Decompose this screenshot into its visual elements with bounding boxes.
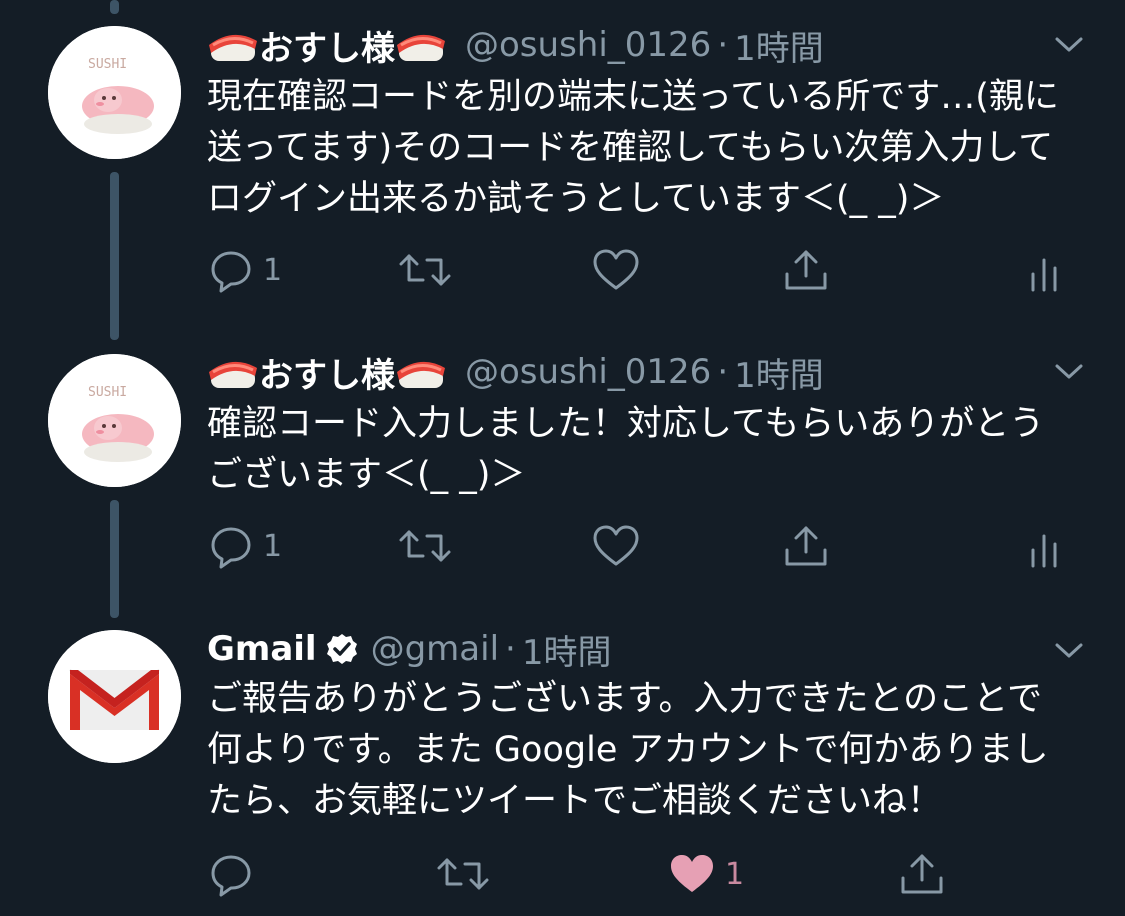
tweet[interactable]: SUSHI おすし様 @osushi_0126 · 1時間 現在確認コードを別の… <box>0 0 1125 340</box>
share-icon <box>785 250 827 290</box>
sushi-icon <box>397 34 445 61</box>
thread-line-top <box>110 0 119 14</box>
sushi-icon <box>397 361 445 388</box>
heart-icon <box>593 525 639 566</box>
retweet-button[interactable] <box>397 516 453 576</box>
verified-badge-icon <box>326 634 357 664</box>
retweet-icon <box>437 858 489 890</box>
separator-dot: · <box>505 629 516 669</box>
tweet-text: 現在確認コードを別の端末に送っている所です…(親に送ってます)そのコードを確認し… <box>207 77 1059 219</box>
share-button[interactable] <box>897 844 947 904</box>
reply-icon <box>211 855 251 897</box>
analytics-button[interactable] <box>1027 516 1067 576</box>
heart-filled-icon <box>671 855 713 892</box>
tweet[interactable]: Gmail @gmail · 1時間 ご報告ありがとうございます。入力できたとの… <box>0 610 1125 916</box>
reply-icon <box>211 251 251 293</box>
avatar-label: SUSHI <box>88 57 127 72</box>
tweet-actions: 1 <box>207 240 1077 300</box>
reply-button[interactable] <box>207 844 263 904</box>
reply-button[interactable]: 1 <box>207 240 282 300</box>
handle[interactable]: @gmail <box>371 629 499 669</box>
retweet-icon <box>399 530 451 562</box>
display-name[interactable]: おすし様 <box>259 348 395 397</box>
avatar[interactable] <box>48 630 181 763</box>
chevron-down-icon[interactable] <box>1051 632 1087 668</box>
share-icon <box>901 854 943 894</box>
retweet-button[interactable] <box>397 240 453 300</box>
sushi-avatar-image: SUSHI <box>48 26 181 159</box>
thread-line <box>110 500 119 618</box>
avatar[interactable]: SUSHI <box>48 354 181 487</box>
tweet-header: おすし様 @osushi_0126 · 1時間 <box>207 347 824 397</box>
retweet-button[interactable] <box>435 844 491 904</box>
handle[interactable]: @osushi_0126 <box>465 352 711 392</box>
share-button[interactable] <box>781 516 831 576</box>
chevron-down-icon[interactable] <box>1051 353 1087 389</box>
tweet-text: ご報告ありがとうございます。入力できたとのことで何よりです。また Google … <box>207 679 1049 821</box>
gmail-logo-icon <box>48 630 181 763</box>
display-name[interactable]: おすし様 <box>259 21 395 70</box>
analytics-icon <box>1031 258 1057 292</box>
tweet-text: 確認コード入力しました！対応してもらいありがとうございます＜(_ _)＞ <box>207 404 1045 495</box>
heart-icon <box>593 249 639 290</box>
retweet-icon <box>399 254 451 286</box>
tweet-header: Gmail @gmail · 1時間 <box>207 624 611 674</box>
analytics-button[interactable] <box>1027 240 1067 300</box>
handle[interactable]: @osushi_0126 <box>465 25 711 65</box>
timestamp[interactable]: 1時間 <box>522 625 612 674</box>
analytics-icon <box>1031 534 1057 568</box>
reply-button[interactable]: 1 <box>207 516 282 576</box>
separator-dot: · <box>717 352 729 392</box>
reply-count: 1 <box>263 252 283 288</box>
tweet[interactable]: SUSHI おすし様 @osushi_0126 · 1時間 確認コード入力しまし… <box>0 340 1125 618</box>
tweet-header: おすし様 @osushi_0126 · 1時間 <box>207 20 824 70</box>
avatar-label: SUSHI <box>88 385 127 400</box>
reply-icon <box>211 527 251 569</box>
tweet-actions: 1 <box>207 844 1077 904</box>
timestamp[interactable]: 1時間 <box>734 21 824 70</box>
like-button[interactable]: 1 <box>667 844 744 904</box>
like-button[interactable] <box>591 516 641 576</box>
thread-line <box>110 172 119 340</box>
sushi-icon <box>209 361 257 388</box>
reply-count: 1 <box>263 528 283 564</box>
tweet-actions: 1 <box>207 516 1077 576</box>
sushi-icon <box>209 34 257 61</box>
share-icon <box>785 526 827 566</box>
like-button[interactable] <box>591 240 641 300</box>
avatar[interactable]: SUSHI <box>48 26 181 159</box>
chevron-down-icon[interactable] <box>1051 26 1087 62</box>
separator-dot: · <box>717 25 729 65</box>
like-count: 1 <box>725 856 745 892</box>
share-button[interactable] <box>781 240 831 300</box>
sushi-avatar-image: SUSHI <box>48 354 181 487</box>
display-name[interactable]: Gmail <box>207 629 317 669</box>
timestamp[interactable]: 1時間 <box>734 348 824 397</box>
